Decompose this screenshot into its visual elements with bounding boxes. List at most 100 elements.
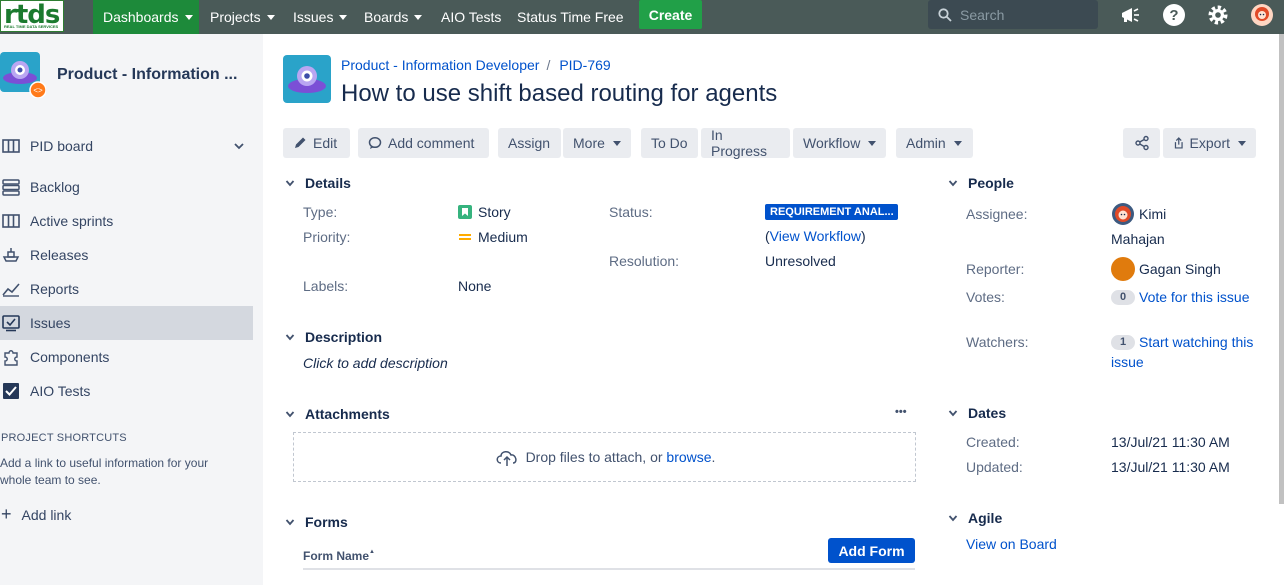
in-progress-button[interactable]: In Progress (701, 127, 790, 159)
chevron-down-icon (184, 14, 193, 20)
view-workflow-link[interactable]: View Workflow (770, 228, 861, 244)
details-heading: Details (305, 175, 351, 191)
user-avatar-icon[interactable] (1250, 3, 1274, 27)
to-do-button[interactable]: To Do (641, 128, 698, 158)
help-icon[interactable]: ? (1162, 3, 1186, 27)
rtds-logo[interactable]: rtds REAL TIME DATA SERVICES (0, 0, 64, 32)
forms-section-toggle[interactable]: Forms (285, 514, 348, 530)
sidebar-item-label: Components (30, 349, 110, 365)
sidebar-item-components[interactable]: Components (0, 340, 253, 374)
create-button[interactable]: Create (639, 0, 702, 29)
sidebar-item-label: PID board (30, 138, 94, 154)
search-icon (938, 7, 952, 22)
sidebar-item-reports[interactable]: Reports (0, 272, 253, 306)
description-heading: Description (305, 329, 383, 345)
workflow-button[interactable]: Workflow (793, 128, 886, 158)
nav-aio-tests[interactable]: AIO Tests (441, 0, 501, 34)
agile-section-toggle[interactable]: Agile (948, 510, 1002, 526)
assign-button[interactable]: Assign (498, 128, 561, 158)
megaphone-icon[interactable] (1118, 3, 1142, 27)
dates-heading: Dates (968, 405, 1007, 421)
sidebar-item-label: Active sprints (30, 213, 114, 229)
type-value-text: Story (478, 204, 511, 220)
browse-link[interactable]: browse (666, 449, 711, 465)
nav-boards[interactable]: Boards (364, 0, 423, 34)
description-placeholder[interactable]: Click to add description (303, 355, 448, 371)
sidebar-item-label: Releases (30, 247, 89, 263)
updated-label: Updated: (966, 459, 1023, 475)
sidebar-item-label: Issues (30, 315, 71, 331)
reporter-label: Reporter: (966, 261, 1025, 277)
start-watching-link[interactable]: Start watching this (1139, 334, 1253, 350)
vertical-scrollbar[interactable] (1279, 34, 1284, 504)
forms-table-divider (303, 568, 915, 570)
view-on-board-link[interactable]: View on Board (966, 536, 1057, 552)
sidebar-item-aio-tests[interactable]: AIO Tests (0, 374, 253, 408)
project-sidebar: <> Product - Information ... PID board B… (0, 34, 263, 585)
share-button[interactable] (1123, 128, 1160, 158)
labels-value[interactable]: None (458, 278, 491, 294)
search-input[interactable] (960, 6, 1090, 23)
status-badge[interactable]: REQUIREMENT ANAL... (765, 204, 898, 220)
reporter-value[interactable]: Gagan Singh (1111, 257, 1221, 281)
attachments-heading: Attachments (305, 406, 390, 422)
add-form-button[interactable]: Add Form (828, 538, 915, 563)
nav-aio-tests-label: AIO Tests (441, 9, 502, 25)
breadcrumb-issue-key[interactable]: PID-769 (559, 57, 610, 73)
people-heading: People (968, 175, 1014, 191)
votes-label: Votes: (966, 289, 1005, 305)
dates-section-toggle[interactable]: Dates (948, 405, 1006, 421)
issue-title[interactable]: How to use shift based routing for agent… (341, 80, 777, 108)
story-icon (458, 205, 472, 219)
sidebar-item-pid-board[interactable]: PID board (0, 129, 253, 163)
description-section-toggle[interactable]: Description (285, 329, 382, 345)
created-value: 13/Jul/21 11:30 AM (1111, 434, 1230, 450)
add-comment-button[interactable]: Add comment (358, 128, 489, 158)
more-button[interactable]: More (563, 128, 631, 158)
attachment-dropzone[interactable]: Drop files to attach, or browse. (293, 432, 916, 482)
logo-subtext: REAL TIME DATA SERVICES (4, 24, 59, 29)
admin-button[interactable]: Admin (896, 128, 973, 158)
view-workflow: (View Workflow) (765, 228, 866, 244)
votes-value: 0 Vote for this issue (1111, 289, 1250, 305)
type-value: Story (458, 204, 511, 220)
assignee-last-name[interactable]: Mahajan (1111, 231, 1165, 247)
breadcrumb-project-link[interactable]: Product - Information Developer (341, 57, 539, 73)
gear-icon[interactable] (1206, 3, 1230, 27)
puzzle-icon (4, 350, 18, 366)
sidebar-item-releases[interactable]: Releases (0, 238, 253, 272)
edit-button[interactable]: Edit (283, 128, 350, 158)
add-link-button[interactable]: + Add link (1, 504, 71, 525)
nav-status-time[interactable]: Status Time Free (517, 0, 624, 34)
nav-dashboards[interactable]: Dashboards (93, 0, 199, 34)
sidebar-item-label: AIO Tests (30, 383, 91, 399)
nav-projects[interactable]: Projects (210, 0, 275, 34)
project-name[interactable]: Product - Information ... (57, 66, 247, 84)
nav-dashboards-label: Dashboards (103, 9, 179, 25)
sidebar-item-issues[interactable]: Issues (0, 306, 253, 340)
project-avatar-icon[interactable]: <> (0, 52, 46, 98)
sidebar-item-backlog[interactable]: Backlog (0, 170, 253, 204)
attachments-more-icon[interactable]: ••• (895, 406, 907, 418)
sidebar-item-label: Reports (30, 281, 80, 297)
details-section-toggle[interactable]: Details (285, 175, 351, 191)
chevron-down-icon (339, 14, 348, 20)
chevron-down-icon (953, 140, 962, 146)
sidebar-item-active-sprints[interactable]: Active sprints (0, 204, 253, 238)
search-box[interactable] (928, 0, 1098, 29)
attachments-section-toggle[interactable]: Attachments (285, 406, 390, 422)
project-avatar-icon[interactable] (283, 55, 331, 103)
sidebar-item-label: Backlog (30, 179, 80, 195)
start-watching-link-line-2[interactable]: issue (1111, 354, 1144, 370)
nav-issues-label: Issues (293, 9, 334, 25)
chevron-down-icon (948, 410, 958, 417)
chevron-down-icon[interactable] (233, 140, 245, 152)
export-button[interactable]: Export (1163, 128, 1256, 158)
vote-link[interactable]: Vote for this issue (1139, 289, 1250, 305)
people-section-toggle[interactable]: People (948, 175, 1014, 191)
assignee-value[interactable]: Kimi (1111, 202, 1166, 226)
nav-issues[interactable]: Issues (293, 0, 348, 34)
reporter-name: Gagan Singh (1139, 261, 1221, 277)
assignee-first-name: Kimi (1139, 206, 1167, 222)
form-name-column-header[interactable]: Form Name▲ (303, 549, 375, 563)
